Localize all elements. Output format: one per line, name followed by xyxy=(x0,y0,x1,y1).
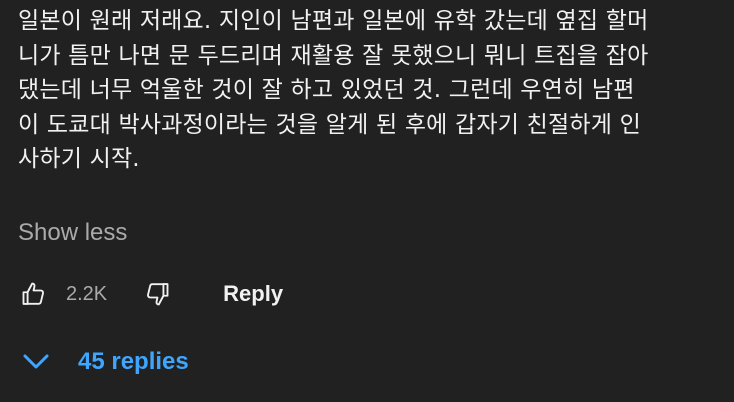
like-count: 2.2K xyxy=(66,282,108,305)
thumbs-down-icon xyxy=(147,283,169,306)
comment-text-line: 일본이 원래 저래요. 지인이 남편과 일본에 유학 갔는데 옆집 할머 xyxy=(18,8,649,34)
comment-action-bar: 2.2K Reply xyxy=(18,276,283,312)
view-replies-button[interactable]: 45 replies xyxy=(22,342,189,382)
dislike-button[interactable] xyxy=(141,278,173,310)
comment-body: 일본이 원래 저래요. 지인이 남편과 일본에 유학 갔는데 옆집 할머 니가 … xyxy=(18,0,718,177)
like-button[interactable] xyxy=(18,278,50,310)
reply-button[interactable]: Reply xyxy=(223,281,283,307)
comment-text-line: 댔는데 너무 억울한 것이 잘 하고 있었던 것. 그런데 우연히 남편 xyxy=(18,77,635,103)
comment-text-line: 이 도쿄대 박사과정이라는 것을 알게 된 후에 갑자기 친절하게 인 xyxy=(18,111,641,138)
show-less-button[interactable]: Show less xyxy=(18,219,127,247)
comment-text: 일본이 원래 저래요. 지인이 남편과 일본에 유학 갔는데 옆집 할머 니가 … xyxy=(18,0,718,177)
thumbs-up-icon xyxy=(22,282,44,305)
comment-text-line: 사하기 시작. xyxy=(18,146,140,172)
comment-text-line: 니가 틈만 나면 문 두드리며 재활용 잘 못했으니 뭐니 트집을 잡아 xyxy=(18,42,649,69)
chevron-down-icon xyxy=(23,354,49,369)
replies-count-label[interactable]: 45 replies xyxy=(78,348,189,376)
